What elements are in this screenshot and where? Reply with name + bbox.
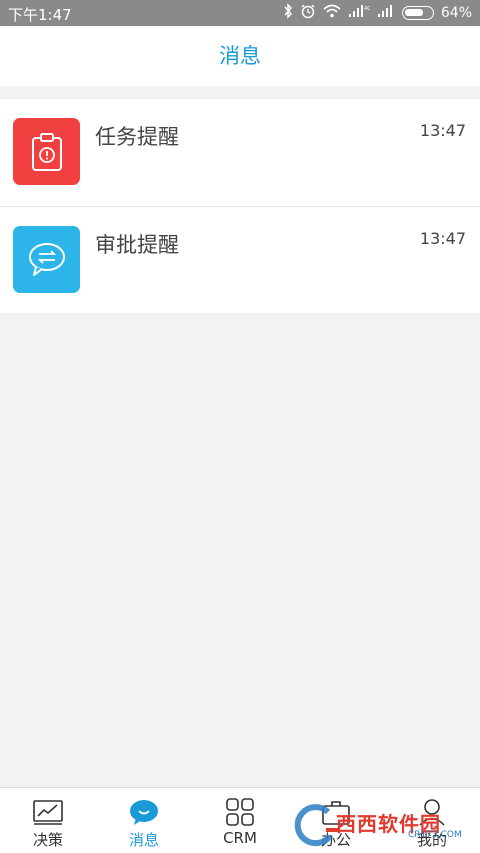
battery-percent: 64% [440, 5, 472, 21]
message-time: 13:47 [419, 121, 466, 140]
message-title: 任务提醒 [95, 125, 179, 149]
message-time: 13:47 [419, 229, 466, 248]
tab-messages[interactable]: 消息 [96, 788, 192, 853]
message-icon [128, 798, 160, 826]
page-header: 消息 [0, 26, 480, 86]
tab-decision[interactable]: 决策 [0, 788, 96, 853]
signal-icon [377, 4, 395, 22]
wifi-icon [323, 4, 341, 22]
signal-icon: 4G [348, 4, 371, 22]
chat-exchange-icon [13, 226, 80, 293]
message-title: 审批提醒 [95, 233, 179, 257]
tab-crm[interactable]: CRM [192, 788, 288, 853]
clipboard-alert-icon [13, 118, 80, 185]
message-list: 任务提醒 13:47 审批提醒 13:47 [0, 99, 480, 313]
tab-label: 消息 [128, 831, 159, 849]
status-bar: 下午1:47 4G 64% [0, 0, 480, 26]
page-title: 消息 [219, 44, 261, 68]
status-icons: 4G 64% [283, 3, 472, 23]
message-item-approval-reminder[interactable]: 审批提醒 13:47 [0, 206, 480, 313]
bluetooth-icon [283, 3, 293, 23]
battery-icon [401, 6, 434, 20]
status-time: 下午1:47 [8, 6, 72, 24]
watermark-logo: 西西软件园 CR173.COM [290, 800, 470, 850]
tab-label: 决策 [32, 831, 63, 849]
grid-icon [224, 798, 256, 826]
watermark-subtext: CR173.COM [408, 830, 462, 840]
message-item-task-reminder[interactable]: 任务提醒 13:47 [0, 99, 480, 206]
chart-icon [32, 798, 64, 826]
tab-label: CRM [223, 829, 257, 847]
alarm-icon [300, 3, 316, 23]
svg-text:4G: 4G [364, 6, 370, 12]
